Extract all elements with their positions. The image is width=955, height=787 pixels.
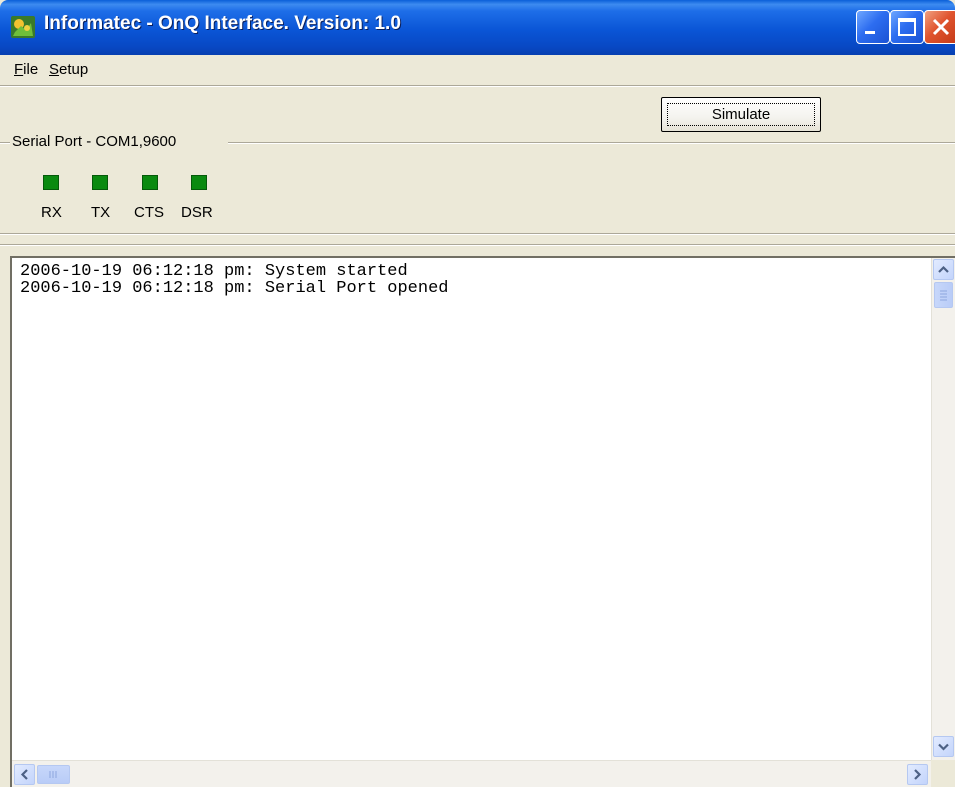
group-box-line (228, 142, 955, 144)
horizontal-scrollbar[interactable] (12, 760, 931, 787)
scroll-up-button[interactable] (933, 259, 954, 280)
tx-label: TX (91, 204, 111, 221)
log-line: 2006-10-19 06:12:18 pm: Serial Port open… (20, 279, 449, 298)
group-box-line (0, 142, 10, 144)
divider (0, 233, 955, 235)
chevron-left-icon (15, 765, 34, 784)
menu-file-mnemonic: F (14, 61, 24, 78)
minimize-button[interactable] (856, 10, 890, 44)
simulate-button[interactable]: Simulate (661, 97, 821, 132)
menu-setup[interactable]: Setup (49, 61, 88, 78)
dsr-label: DSR (181, 204, 213, 221)
close-icon (925, 18, 955, 47)
window-title: Informatec - OnQ Interface. Version: 1.0 (44, 13, 401, 34)
scrollbar-corner (931, 760, 955, 787)
menu-file[interactable]: File (14, 61, 38, 78)
vertical-scrollbar[interactable] (931, 258, 955, 760)
scroll-down-button[interactable] (933, 736, 954, 757)
chevron-right-icon (908, 765, 927, 784)
app-window: Informatec - OnQ Interface. Version: 1.0… (0, 0, 955, 787)
maximize-icon (891, 18, 923, 47)
menu-bar: File Setup (0, 55, 955, 85)
scroll-right-button[interactable] (907, 764, 928, 785)
cts-label: CTS (134, 204, 164, 221)
dsr-indicator (191, 175, 207, 190)
rx-indicator (43, 175, 59, 190)
scroll-left-button[interactable] (14, 764, 35, 785)
cts-indicator (142, 175, 158, 190)
title-bar[interactable]: Informatec - OnQ Interface. Version: 1.0 (0, 0, 955, 55)
tx-indicator (92, 175, 108, 190)
menu-separator (0, 85, 955, 87)
menu-file-label: ile (23, 61, 39, 78)
serial-port-group-title: Serial Port - COM1,9600 (12, 133, 177, 150)
log-line: 2006-10-19 06:12:18 pm: System started (20, 262, 408, 281)
log-textarea[interactable]: 2006-10-19 06:12:18 pm: System started 20… (10, 256, 955, 787)
chevron-up-icon (934, 260, 953, 279)
menu-setup-label: etup (59, 61, 89, 78)
app-logo-icon[interactable] (11, 16, 35, 38)
log-text: 2006-10-19 06:12:18 pm: System started 20… (20, 263, 448, 297)
close-button[interactable] (924, 10, 955, 44)
divider (0, 244, 955, 246)
minimize-icon (857, 30, 889, 47)
simulate-button-label: Simulate (711, 106, 771, 123)
rx-label: RX (41, 204, 62, 221)
maximize-button[interactable] (890, 10, 924, 44)
chevron-down-icon (934, 737, 953, 756)
horizontal-scroll-thumb[interactable] (37, 765, 70, 784)
vertical-scroll-thumb[interactable] (934, 282, 953, 308)
menu-setup-mnemonic: S (49, 61, 60, 78)
